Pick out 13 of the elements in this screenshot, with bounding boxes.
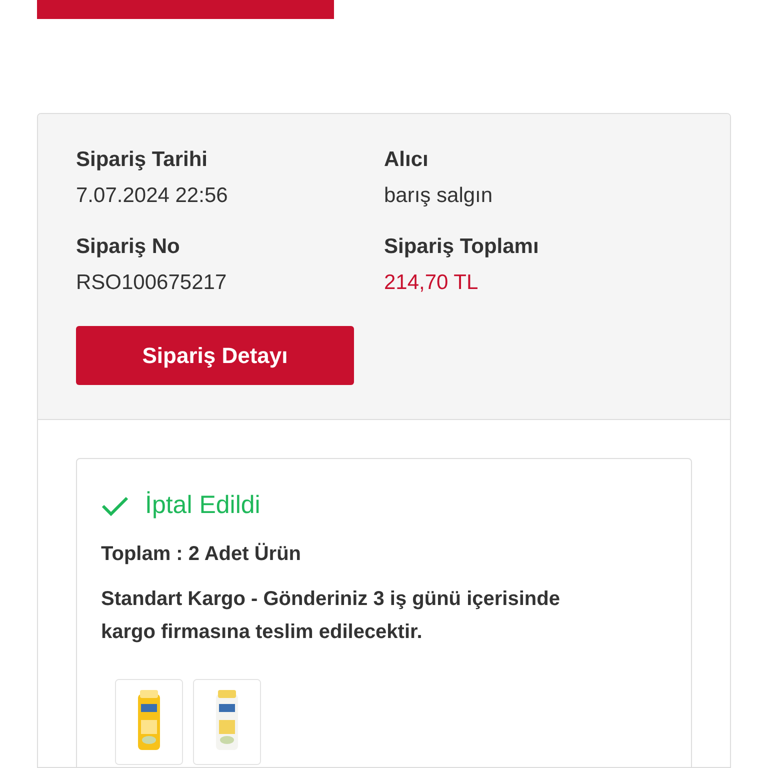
field-label: Sipariş Toplamı (384, 234, 540, 260)
status-text: İptal Edildi (145, 490, 260, 521)
item-count-text: Toplam : 2 Adet Ürün (101, 542, 302, 566)
field-label: Sipariş No (76, 234, 181, 260)
field-value: barış salgın (384, 182, 494, 208)
check-icon (101, 494, 129, 517)
field-label: Sipariş Tarihi (76, 147, 208, 173)
shipping-info-text: Standart Kargo - Gönderiniz 3 iş günü içerisinde kargo firmasına teslim edilecektir. (101, 586, 561, 644)
price-value: 214,70 TL (384, 270, 480, 296)
field-label: Alıcı (384, 147, 430, 173)
order-detail-button[interactable]: Sipariş Detayı (76, 326, 354, 385)
field-value: 7.07.2024 22:56 (76, 182, 229, 208)
field-value: RSO100675217 (76, 270, 228, 296)
